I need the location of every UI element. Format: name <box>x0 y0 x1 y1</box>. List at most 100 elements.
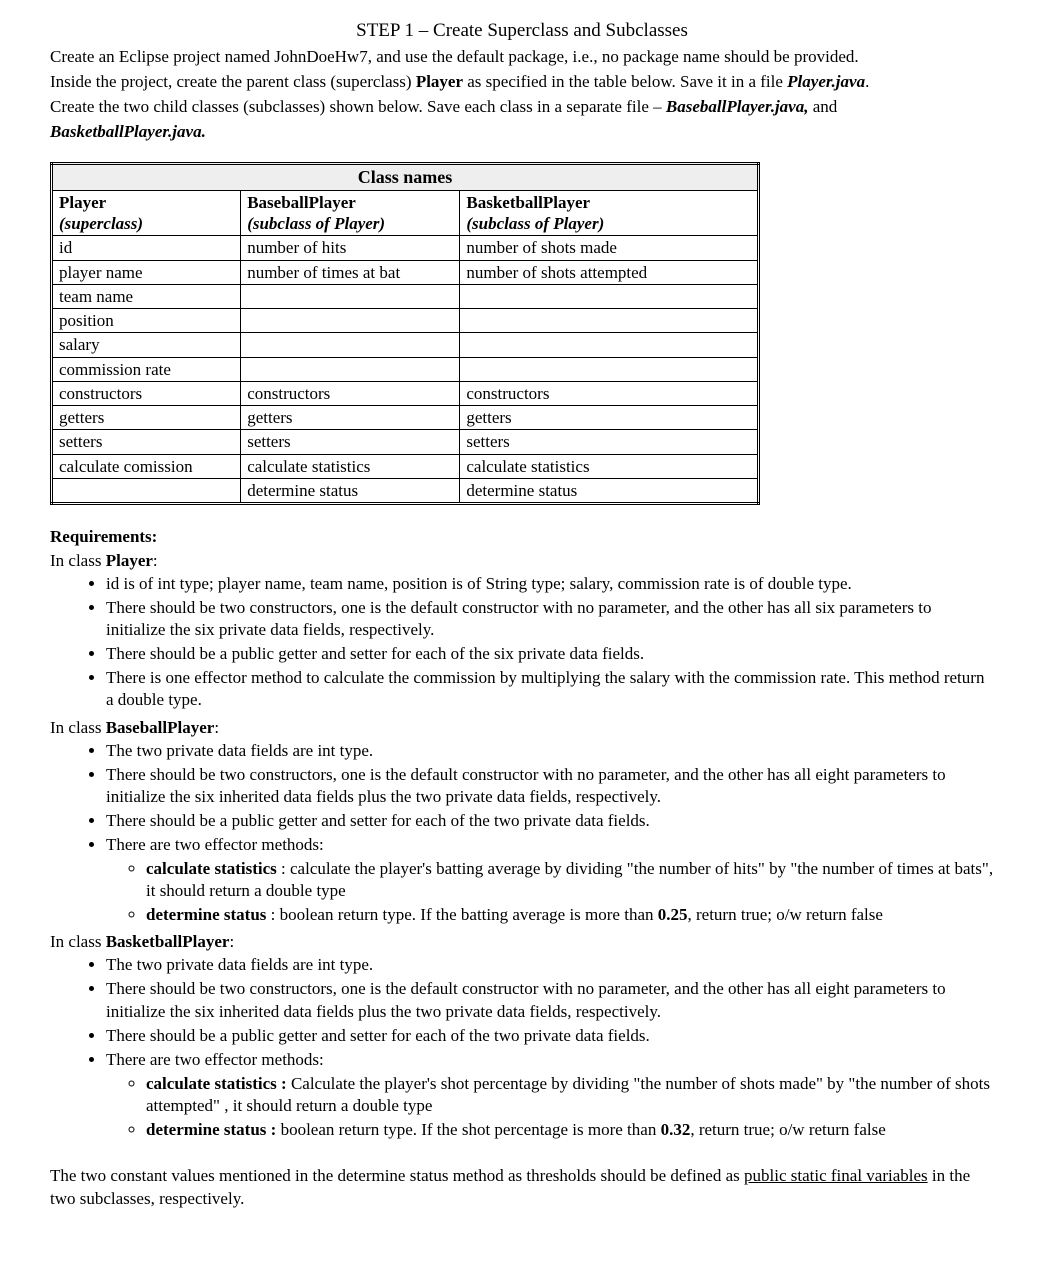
col-basketball-name: BasketballPlayer <box>466 193 590 212</box>
cell: getters <box>52 406 241 430</box>
txt: BaseballPlayer <box>106 718 215 737</box>
col-player: Player (superclass) <box>52 190 241 236</box>
txt: There are two effector methods: <box>106 1050 324 1069</box>
cell: number of times at bat <box>241 260 460 284</box>
col-baseball: BaseballPlayer (subclass of Player) <box>241 190 460 236</box>
cell: number of shots made <box>460 236 759 260</box>
class-names-table: Class names Player (superclass) BaseballP… <box>50 162 760 505</box>
list-item: There is one effector method to calculat… <box>106 667 994 711</box>
cell: constructors <box>460 381 759 405</box>
table-row: salary <box>52 333 759 357</box>
list-item: determine status : boolean return type. … <box>146 1119 994 1141</box>
list-item: The two private data fields are int type… <box>106 740 994 762</box>
table-row: player namenumber of times at batnumber … <box>52 260 759 284</box>
intro-playerjava: Player.java <box>787 72 865 91</box>
list-item: There should be a public getter and sett… <box>106 643 994 665</box>
cell: determine status <box>241 478 460 503</box>
cell: getters <box>460 406 759 430</box>
intro-paragraph: Create an Eclipse project named JohnDoeH… <box>50 46 994 144</box>
intro-line2e: . <box>865 72 869 91</box>
intro-baseballjava: BaseballPlayer.java, <box>666 97 809 116</box>
list-item: There should be two constructors, one is… <box>106 597 994 641</box>
table-row: setterssetterssetters <box>52 430 759 454</box>
txt: : <box>214 718 219 737</box>
table-row: team name <box>52 284 759 308</box>
col-player-note: (superclass) <box>59 214 143 233</box>
baseball-bullets: The two private data fields are int type… <box>50 740 994 927</box>
cell: commission rate <box>52 357 241 381</box>
list-item: There should be two constructors, one is… <box>106 978 994 1022</box>
intro-line1: Create an Eclipse project named JohnDoeH… <box>50 47 859 66</box>
txt: The two constant values mentioned in the… <box>50 1166 744 1185</box>
basketball-sub-bullets: calculate statistics : Calculate the pla… <box>106 1073 994 1141</box>
cell: number of hits <box>241 236 460 260</box>
txt: 0.25 <box>658 905 688 924</box>
cell <box>460 309 759 333</box>
txt: public static final variables <box>744 1166 928 1185</box>
cell <box>460 284 759 308</box>
txt: 0.32 <box>661 1120 691 1139</box>
col-player-name: Player <box>59 193 106 212</box>
cell: number of shots attempted <box>460 260 759 284</box>
col-baseball-name: BaseballPlayer <box>247 193 356 212</box>
list-item: There are two effector methods: calculat… <box>106 834 994 926</box>
basketball-bullets: The two private data fields are int type… <box>50 954 994 1141</box>
cell: constructors <box>52 381 241 405</box>
intro-basketballjava: BasketballPlayer.java. <box>50 122 206 141</box>
cell: calculate statistics <box>241 454 460 478</box>
cell: team name <box>52 284 241 308</box>
cell <box>460 357 759 381</box>
cell: setters <box>460 430 759 454</box>
txt: calculate statistics <box>146 859 277 878</box>
txt: Player <box>106 551 153 570</box>
list-item: id is of int type; player name, team nam… <box>106 573 994 595</box>
cell: id <box>52 236 241 260</box>
table-row: gettersgettersgetters <box>52 406 759 430</box>
txt: In class <box>50 551 106 570</box>
requirements-heading: Requirements: <box>50 527 994 547</box>
txt: determine status <box>146 905 266 924</box>
col-basketball-note: (subclass of Player) <box>466 214 604 233</box>
txt: BasketballPlayer <box>106 932 230 951</box>
list-item: calculate statistics : calculate the pla… <box>146 858 994 902</box>
txt: : <box>153 551 158 570</box>
cell <box>241 357 460 381</box>
step-title: STEP 1 – Create Superclass and Subclasse… <box>50 20 994 42</box>
cell: calculate comission <box>52 454 241 478</box>
txt: : boolean return type. If the batting av… <box>266 905 657 924</box>
col-baseball-note: (subclass of Player) <box>247 214 385 233</box>
intro-line2c: as specified in the table below. Save it… <box>463 72 787 91</box>
intro-line3a: Create the two child classes (subclasses… <box>50 97 666 116</box>
txt: boolean return type. If the shot percent… <box>276 1120 660 1139</box>
footer-note: The two constant values mentioned in the… <box>50 1165 994 1211</box>
baseball-sub-bullets: calculate statistics : calculate the pla… <box>106 858 994 926</box>
list-item: There should be two constructors, one is… <box>106 764 994 808</box>
table-row: constructorsconstructorsconstructors <box>52 381 759 405</box>
txt: calculate statistics : <box>146 1074 287 1093</box>
table-header: Class names <box>52 163 759 190</box>
cell: salary <box>52 333 241 357</box>
cell <box>460 333 759 357</box>
cell: getters <box>241 406 460 430</box>
txt: , return true; o/w return false <box>688 905 883 924</box>
cell: calculate statistics <box>460 454 759 478</box>
in-class-basketball: In class BasketballPlayer: <box>50 932 994 952</box>
cell: setters <box>241 430 460 454</box>
in-class-baseball: In class BaseballPlayer: <box>50 718 994 738</box>
list-item: The two private data fields are int type… <box>106 954 994 976</box>
list-item: There should be a public getter and sett… <box>106 810 994 832</box>
col-basketball: BasketballPlayer (subclass of Player) <box>460 190 759 236</box>
cell: setters <box>52 430 241 454</box>
cell <box>241 333 460 357</box>
list-item: determine status : boolean return type. … <box>146 904 994 926</box>
player-bullets: id is of int type; player name, team nam… <box>50 573 994 712</box>
cell: constructors <box>241 381 460 405</box>
intro-line2a: Inside the project, create the parent cl… <box>50 72 416 91</box>
txt: , return true; o/w return false <box>690 1120 885 1139</box>
list-item: There are two effector methods: calculat… <box>106 1049 994 1141</box>
cell <box>52 478 241 503</box>
table-row: calculate comissioncalculate statisticsc… <box>52 454 759 478</box>
cell <box>241 284 460 308</box>
table-row: determine statusdetermine status <box>52 478 759 503</box>
txt: In class <box>50 932 106 951</box>
